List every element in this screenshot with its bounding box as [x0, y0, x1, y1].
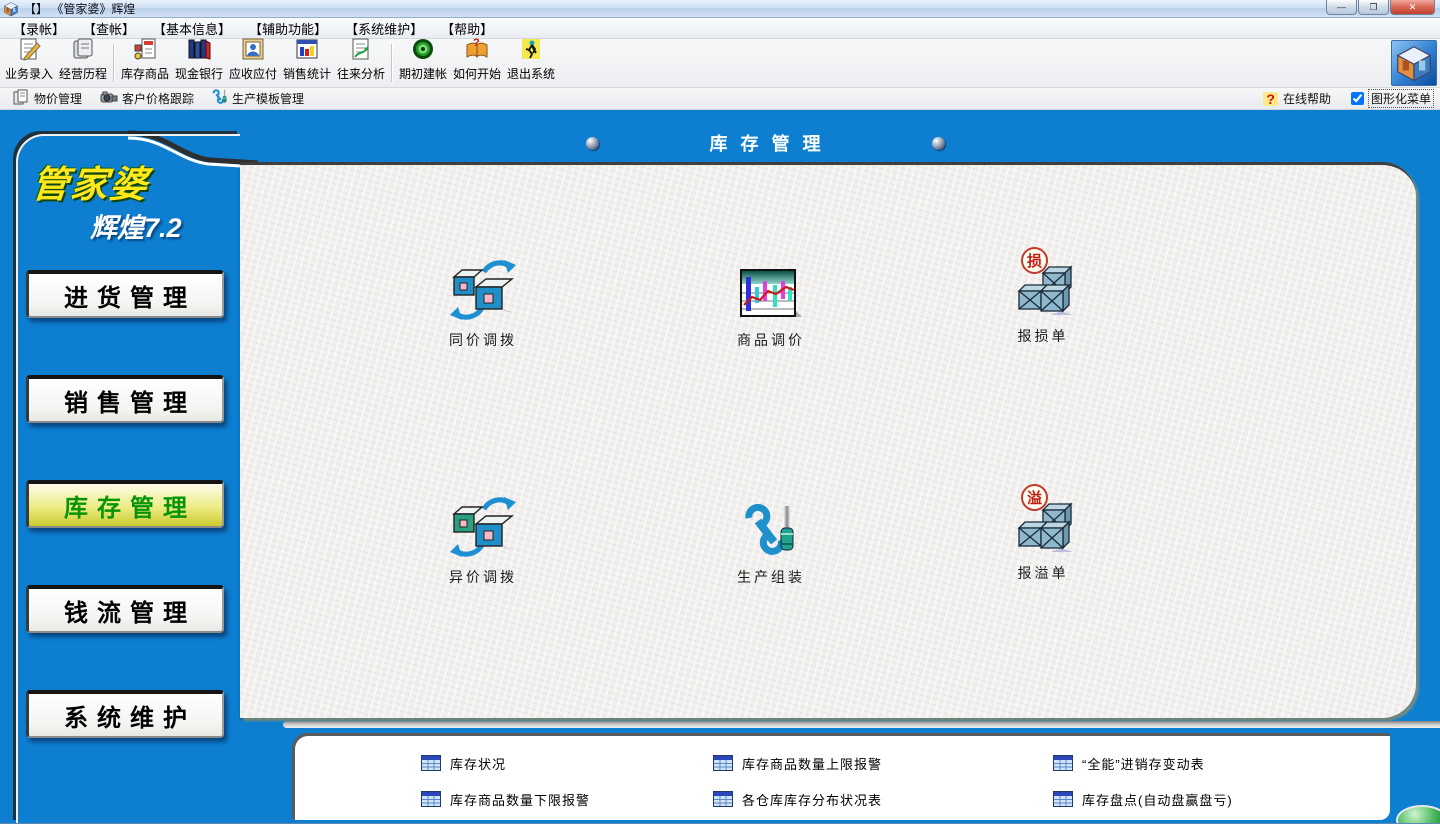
module-panel: 同价调拨 商品调价 损 报损单 异价调拨 生产组装 溢 报溢单	[240, 162, 1416, 718]
toolbar-how-to-start[interactable]: ? 如何开始	[450, 40, 504, 86]
module-same-price-transfer[interactable]: 同价调拨	[408, 259, 558, 350]
report-stocktaking[interactable]: 库存盘点(自动盘赢盘亏)	[1053, 790, 1390, 809]
transaction-analysis-icon	[349, 37, 373, 64]
graphic-menu-toggle[interactable]: 图形化菜单	[1351, 89, 1434, 108]
production-template-icon	[212, 89, 228, 108]
toolbar-business-history[interactable]: 经营历程	[56, 40, 110, 86]
sidebar-item-system[interactable]: 系统维护	[26, 690, 224, 738]
toolbar-separator	[113, 44, 115, 82]
brand-logo: 管家婆	[29, 154, 152, 208]
question-mark-icon: ?	[1263, 92, 1278, 106]
subtoolbar: 物价管理 客户价格跟踪 生产模板管理 ? 在线帮助 图形化菜单	[0, 88, 1440, 110]
price-management-icon	[13, 89, 30, 108]
toolbar-cash-bank[interactable]: 现金银行	[172, 40, 226, 86]
overflow-report-boxes-icon: 溢	[1011, 492, 1075, 554]
subtoolbar-customer-price-tracking[interactable]: 客户价格跟踪	[93, 87, 201, 110]
inventory-goods-icon	[133, 37, 157, 64]
titlebar: 【】 《管家婆》辉煌 — ❐ ✕	[0, 0, 1440, 18]
business-history-icon	[71, 37, 95, 64]
content-header: 库存管理	[240, 130, 1290, 156]
main-area: 管家婆 辉煌7.2 进货管理 销售管理 库存管理 钱流管理 系统维护 库存管理 …	[0, 110, 1440, 823]
price-adjust-chart-icon	[740, 259, 802, 321]
sidebar-item-purchase[interactable]: 进货管理	[26, 270, 224, 318]
report-upper-limit-alarm[interactable]: 库存商品数量上限报警	[713, 754, 1053, 773]
customer-price-tracking-icon	[100, 89, 118, 108]
toolbar-initial-account[interactable]: 期初建帐	[396, 40, 450, 86]
cash-bank-icon	[187, 37, 211, 64]
window-title: 【】 《管家婆》辉煌	[24, 0, 135, 17]
corner-ball-decoration	[1396, 805, 1440, 823]
module-diff-price-transfer[interactable]: 异价调拨	[408, 496, 558, 587]
section-divider	[283, 721, 1440, 728]
table-report-icon	[421, 755, 441, 771]
table-report-icon	[1053, 791, 1073, 807]
graphic-menu-checkbox[interactable]	[1351, 92, 1364, 105]
sales-stats-icon	[295, 37, 319, 64]
menubar: 【录帐】 【查帐】 【基本信息】 【辅助功能】 【系统维护】 【帮助】	[0, 18, 1440, 39]
report-panel: 库存状况 库存商品数量上限报警 “全能”进销存变动表 库存商品数量下限报警 各仓…	[292, 733, 1390, 820]
graphic-menu-cube-icon[interactable]	[1391, 40, 1437, 86]
app-cube-icon	[3, 1, 19, 17]
overflow-badge: 溢	[1021, 484, 1048, 511]
sidebar: 管家婆 辉煌7.2 进货管理 销售管理 库存管理 钱流管理 系统维护	[16, 134, 240, 823]
sphere-icon	[586, 137, 599, 150]
report-warehouse-distribution[interactable]: 各仓库库存分布状况表	[713, 790, 1053, 809]
sidebar-item-cashflow[interactable]: 钱流管理	[26, 585, 224, 633]
toolbar-exit-system[interactable]: 退出系统	[504, 40, 558, 86]
sphere-icon	[932, 137, 945, 150]
sidebar-item-sales[interactable]: 销售管理	[26, 375, 224, 423]
toolbar-business-entry[interactable]: 业务录入	[2, 40, 56, 86]
svg-text:?: ?	[473, 37, 480, 49]
online-help-button[interactable]: ? 在线帮助	[1263, 90, 1331, 107]
close-button[interactable]: ✕	[1390, 0, 1435, 15]
loss-report-boxes-icon: 损	[1011, 255, 1075, 317]
warehouse-transfer-same-price-icon	[450, 259, 516, 321]
table-report-icon	[713, 755, 733, 771]
module-production-assembly[interactable]: 生产组装	[696, 496, 846, 587]
table-report-icon	[713, 791, 733, 807]
restore-button[interactable]: ❐	[1358, 0, 1389, 15]
warehouse-transfer-diff-price-icon	[450, 496, 516, 558]
report-allround-change-table[interactable]: “全能”进销存变动表	[1053, 754, 1390, 773]
report-inventory-status[interactable]: 库存状况	[421, 754, 713, 773]
how-to-start-icon: ?	[465, 37, 489, 64]
module-overflow-report[interactable]: 溢 报溢单	[968, 492, 1118, 583]
table-report-icon	[421, 791, 441, 807]
business-entry-icon	[17, 37, 41, 64]
module-loss-report[interactable]: 损 报损单	[968, 255, 1118, 346]
brand-version: 辉煌7.2	[90, 206, 182, 245]
report-lower-limit-alarm[interactable]: 库存商品数量下限报警	[421, 790, 713, 809]
toolbar-transaction-analysis[interactable]: 往来分析	[334, 40, 388, 86]
toolbar-receivable-payable[interactable]: 应收应付	[226, 40, 280, 86]
toolbar: 业务录入 经营历程 库存商品 现金银行 应收应付 销售统计 往来分析	[0, 39, 1440, 88]
receivable-payable-icon	[241, 37, 265, 64]
toolbar-sales-stats[interactable]: 销售统计	[280, 40, 334, 86]
toolbar-inventory-goods[interactable]: 库存商品	[118, 40, 172, 86]
subtoolbar-price-management[interactable]: 物价管理	[6, 87, 89, 110]
module-price-adjust[interactable]: 商品调价	[696, 259, 846, 350]
page-title: 库存管理	[697, 130, 834, 156]
toolbar-separator	[391, 44, 393, 82]
subtoolbar-production-template[interactable]: 生产模板管理	[205, 87, 311, 110]
loss-badge: 损	[1021, 247, 1048, 274]
app-window: 【】 《管家婆》辉煌 — ❐ ✕ 【录帐】 【查帐】 【基本信息】 【辅助功能】…	[0, 0, 1440, 824]
production-assembly-tools-icon	[743, 496, 799, 558]
sidebar-item-inventory[interactable]: 库存管理	[26, 480, 224, 528]
initial-account-icon	[411, 37, 435, 64]
minimize-button[interactable]: —	[1326, 0, 1357, 15]
table-report-icon	[1053, 755, 1073, 771]
exit-system-icon	[519, 37, 543, 64]
